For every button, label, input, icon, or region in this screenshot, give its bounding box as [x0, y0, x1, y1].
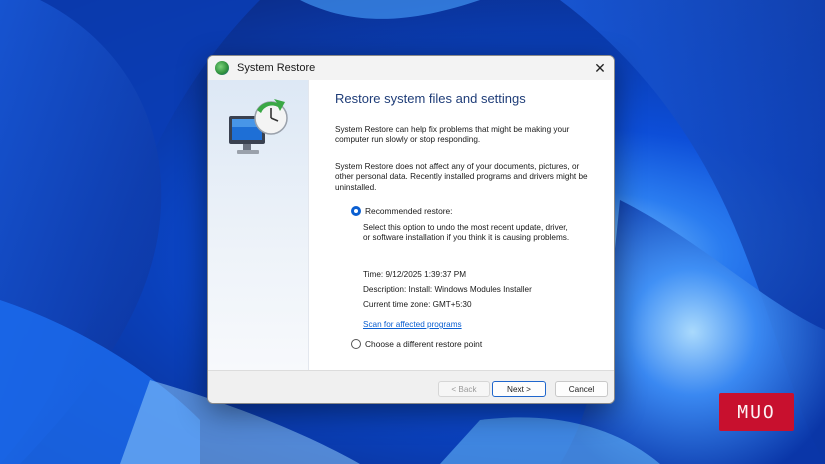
- system-restore-dialog: System Restore ✕ Restore system files an…: [207, 55, 615, 404]
- restore-timezone: Current time zone: GMT+5:30: [363, 300, 472, 309]
- recommended-restore-description: Select this option to undo the most rece…: [363, 223, 570, 243]
- back-button[interactable]: < Back: [438, 381, 490, 397]
- close-button[interactable]: ✕: [586, 56, 614, 80]
- sidebar-panel: [208, 80, 309, 370]
- muo-logo-text: MUO: [737, 401, 776, 423]
- notice-paragraph: System Restore does not affect any of yo…: [335, 162, 588, 192]
- muo-logo: MUO: [719, 393, 794, 431]
- computer-clock-restore-icon: [229, 99, 288, 154]
- page-heading: Restore system files and settings: [335, 91, 526, 106]
- recommended-restore-radio[interactable]: [351, 206, 361, 216]
- different-restore-label: Choose a different restore point: [365, 339, 483, 349]
- intro-paragraph: System Restore can help fix problems tha…: [335, 125, 570, 145]
- dialog-content: Restore system files and settings System…: [309, 80, 614, 370]
- different-restore-option[interactable]: Choose a different restore point: [351, 339, 482, 349]
- recommended-restore-option[interactable]: Recommended restore:: [351, 206, 453, 216]
- restore-time: Time: 9/12/2025 1:39:37 PM: [363, 270, 467, 279]
- title-bar[interactable]: System Restore ✕: [208, 56, 614, 80]
- recommended-restore-label: Recommended restore:: [365, 206, 453, 216]
- cancel-button[interactable]: Cancel: [555, 381, 608, 397]
- next-button[interactable]: Next >: [492, 381, 546, 397]
- dialog-footer: < Back Next > Cancel: [208, 370, 614, 403]
- window-title: System Restore: [237, 62, 316, 74]
- system-restore-icon: [215, 61, 229, 75]
- scan-affected-programs-link[interactable]: Scan for affected programs: [363, 320, 462, 329]
- restore-description: Description: Install: Windows Modules In…: [363, 285, 532, 294]
- different-restore-radio[interactable]: [351, 339, 361, 349]
